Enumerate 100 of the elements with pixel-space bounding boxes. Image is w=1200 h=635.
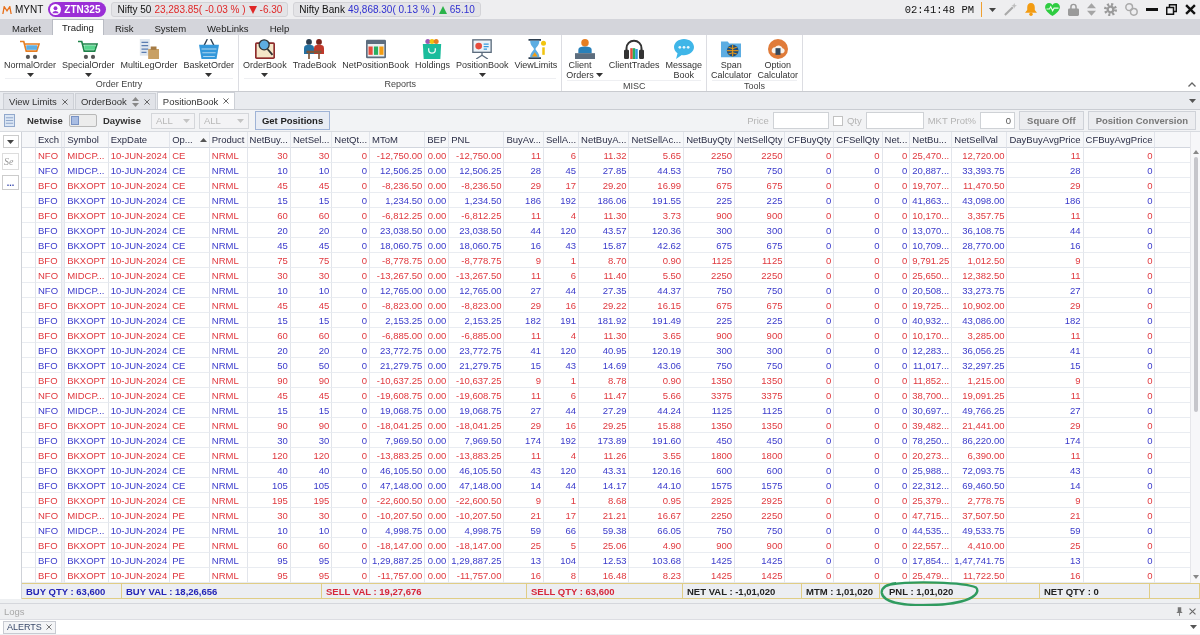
ribbon-button[interactable]: SpecialOrder: [59, 39, 118, 77]
ribbon-button[interactable]: Client Orders: [563, 39, 606, 80]
bell-icon[interactable]: [1025, 3, 1037, 16]
column-header[interactable]: Product: [209, 132, 248, 148]
table-cell: 30: [290, 433, 333, 448]
menu-tab[interactable]: System: [144, 20, 197, 35]
table-cell: 7,969.50: [449, 433, 505, 448]
column-header[interactable]: NetBuyA...: [579, 132, 630, 148]
column-header[interactable]: NetBuyQty: [684, 132, 736, 148]
settings-icon[interactable]: [1104, 3, 1117, 16]
restore-icon[interactable]: [1166, 4, 1177, 15]
menu-tab[interactable]: Help: [259, 20, 300, 35]
table-cell: 49,533.75: [952, 523, 1008, 538]
ribbon-button[interactable]: MultiLegOrder: [117, 39, 181, 71]
column-header[interactable]: NetQt...: [332, 132, 371, 148]
table-cell: 750: [735, 523, 786, 538]
mode-toggle[interactable]: [68, 114, 97, 127]
document-tab[interactable]: View Limits: [3, 93, 74, 109]
table-cell: 47,715...: [910, 508, 953, 523]
close-icon[interactable]: [1185, 4, 1196, 15]
menu-tab[interactable]: Risk: [104, 20, 144, 35]
column-header[interactable]: Net...: [882, 132, 911, 148]
link-icon[interactable]: [1125, 3, 1138, 16]
column-header[interactable]: BuyAv...: [504, 132, 544, 148]
column-header[interactable]: BEP: [425, 132, 450, 148]
table-cell: CE: [170, 358, 210, 373]
table-cell: 105: [290, 478, 333, 493]
search-field[interactable]: Se: [2, 153, 19, 170]
column-header[interactable]: ExpDate: [108, 132, 171, 148]
dropdown-button[interactable]: [2, 135, 19, 148]
more-button[interactable]: ...: [2, 175, 19, 190]
column-header[interactable]: CFBuyQty: [785, 132, 835, 148]
column-header[interactable]: SellA...: [543, 132, 580, 148]
column-header[interactable]: DayBuyAvgPrice: [1007, 132, 1084, 148]
panel-tab[interactable]: ALERTS: [3, 620, 56, 634]
column-header[interactable]: Exch: [36, 132, 63, 148]
table-cell: 12.53: [579, 553, 630, 568]
heart-pulse-icon[interactable]: [1045, 3, 1060, 16]
column-header[interactable]: NetSellAc...: [629, 132, 685, 148]
scroll-down-icon[interactable]: [1192, 575, 1199, 579]
magic-wand-icon[interactable]: [1004, 3, 1017, 16]
column-header[interactable]: Symbol: [65, 132, 109, 148]
ribbon-button[interactable]: NormalOrder: [1, 39, 59, 77]
column-header[interactable]: CFSellQty: [834, 132, 883, 148]
qty-field[interactable]: [865, 112, 924, 129]
document-tab[interactable]: OrderBook: [74, 93, 156, 109]
caret-icon[interactable]: [1189, 98, 1196, 103]
column-header[interactable]: PNL: [449, 132, 505, 148]
table-cell: -8,236.50: [370, 178, 426, 193]
menu-tab[interactable]: Market: [2, 20, 52, 35]
table-cell: -18,041.25: [449, 418, 505, 433]
column-header[interactable]: CFBuyAvgPrice: [1083, 132, 1156, 148]
price-field[interactable]: [772, 112, 829, 129]
table-cell: 60: [247, 208, 291, 223]
column-header[interactable]: Op...: [170, 132, 210, 148]
caret-icon: [7, 139, 14, 144]
column-header[interactable]: NetBu...: [910, 132, 953, 148]
table-cell: 1575: [735, 478, 786, 493]
column-header[interactable]: NetSellVal: [952, 132, 1008, 148]
caret-icon[interactable]: [989, 7, 996, 12]
ribbon-button[interactable]: Holdings: [411, 39, 453, 71]
table-cell: 21,279.75: [449, 358, 505, 373]
list-window-icon[interactable]: [4, 114, 15, 127]
ribbon-button[interactable]: Span Calculator: [708, 39, 755, 80]
ribbon-button[interactable]: ClientTrades: [605, 39, 663, 71]
table-cell: NRML: [209, 178, 248, 193]
menu-tab[interactable]: Trading: [52, 19, 104, 35]
up-down-arrows-icon[interactable]: [131, 96, 139, 107]
ribbon-button[interactable]: BasketOrder: [180, 39, 238, 77]
ribbon-button[interactable]: OrderBook: [240, 39, 290, 77]
table-cell: 20,273...: [910, 448, 953, 463]
column-header[interactable]: NetSellQty: [735, 132, 786, 148]
table-cell: NRML: [209, 223, 248, 238]
ribbon-button[interactable]: Message Book: [662, 39, 706, 80]
ribbon-button[interactable]: ViewLimits: [511, 39, 561, 71]
document-tab[interactable]: PositionBook: [156, 92, 236, 109]
caret-icon[interactable]: [1190, 625, 1197, 629]
table-cell: 0: [882, 298, 911, 313]
table-cell: 1350: [684, 373, 736, 388]
column-header[interactable]: MToM: [370, 132, 426, 148]
get-positions-button[interactable]: Get Positions: [254, 111, 331, 130]
column-header[interactable]: NetSel...: [290, 132, 333, 148]
pin-icon[interactable]: [1176, 607, 1183, 616]
table-cell: BKXOPT: [65, 358, 109, 373]
user-button[interactable]: ZTN325: [48, 2, 107, 17]
ribbon-button[interactable]: PositionBook: [452, 39, 512, 77]
table-cell: 0: [332, 283, 371, 298]
up-down-arrows-icon[interactable]: [1087, 3, 1096, 16]
ribbon-button[interactable]: Option Calculator: [754, 39, 802, 80]
ribbon-button[interactable]: NetPositionBook: [339, 39, 412, 71]
scroll-up-icon[interactable]: [1192, 150, 1199, 154]
lock-icon[interactable]: [1068, 3, 1079, 16]
collapse-icon[interactable]: [1188, 82, 1196, 87]
scrollbar-thumb[interactable]: [1193, 157, 1198, 412]
table-cell: 10: [247, 283, 291, 298]
table-cell: 300: [684, 223, 736, 238]
ribbon-button[interactable]: TradeBook: [289, 39, 340, 71]
menu-tab[interactable]: WebLinks: [197, 20, 259, 35]
table-cell: -6,885.00: [370, 328, 426, 343]
column-header[interactable]: NetBuy...: [247, 132, 291, 148]
